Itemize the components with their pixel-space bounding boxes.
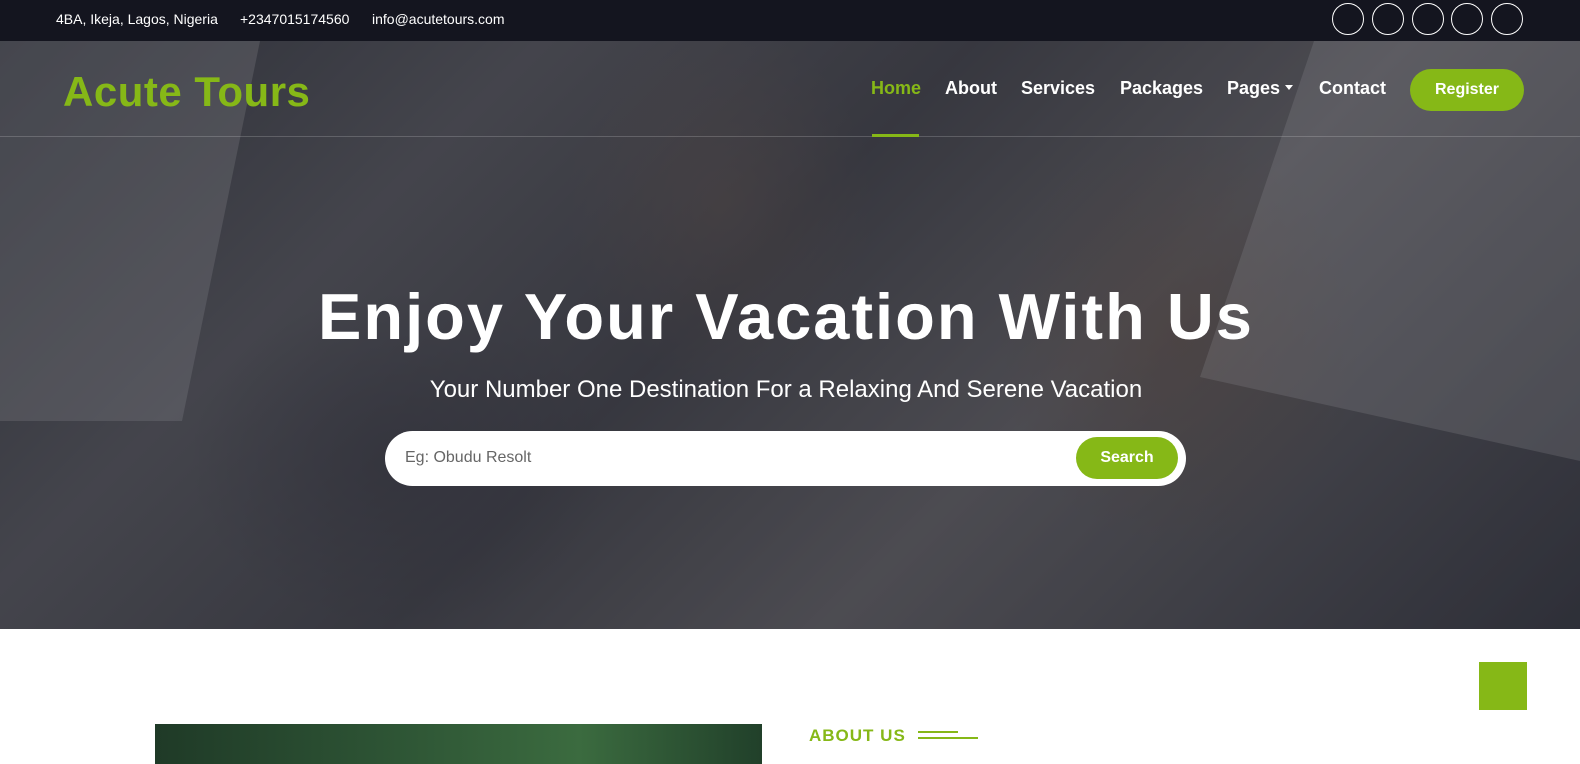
nav-services[interactable]: Services	[1021, 78, 1095, 99]
nav-pages-dropdown[interactable]: Pages	[1227, 78, 1294, 99]
top-info-bar: 4BA, Ikeja, Lagos, Nigeria +234701517456…	[0, 0, 1580, 41]
facebook-icon[interactable]	[1372, 3, 1404, 35]
nav-contact[interactable]: Contact	[1319, 78, 1386, 99]
hero-subtitle: Your Number One Destination For a Relaxi…	[429, 376, 1143, 403]
active-nav-indicator	[872, 134, 919, 137]
back-to-top-button[interactable]	[1479, 662, 1527, 710]
phone-text[interactable]: +2347015174560	[240, 11, 349, 27]
nav-divider	[0, 136, 1580, 137]
about-label-line	[918, 737, 978, 739]
instagram-icon[interactable]	[1491, 3, 1523, 35]
youtube-icon[interactable]	[1412, 3, 1444, 35]
hero-title: Enjoy Your Vacation With Us	[318, 280, 1254, 353]
about-label-line	[918, 731, 958, 733]
brand-logo[interactable]: Acute Tours	[63, 68, 310, 116]
nav-packages[interactable]: Packages	[1120, 78, 1203, 99]
register-button[interactable]: Register	[1410, 69, 1524, 111]
search-bar: Search	[385, 431, 1186, 486]
nav-pages-label: Pages	[1227, 78, 1281, 98]
address-text: 4BA, Ikeja, Lagos, Nigeria	[56, 11, 218, 27]
linkedin-icon[interactable]	[1451, 3, 1483, 35]
search-button[interactable]: Search	[1076, 437, 1178, 479]
chevron-down-icon	[1285, 84, 1294, 90]
hero-section: Acute Tours Home About Services Packages…	[0, 41, 1580, 629]
nav-home[interactable]: Home	[871, 78, 921, 99]
email-text[interactable]: info@acutetours.com	[372, 11, 505, 27]
search-input[interactable]	[405, 443, 1065, 473]
nav-about[interactable]: About	[945, 78, 997, 99]
twitter-icon[interactable]	[1332, 3, 1364, 35]
about-image	[155, 724, 762, 764]
about-section-label: ABOUT US	[809, 726, 906, 745]
